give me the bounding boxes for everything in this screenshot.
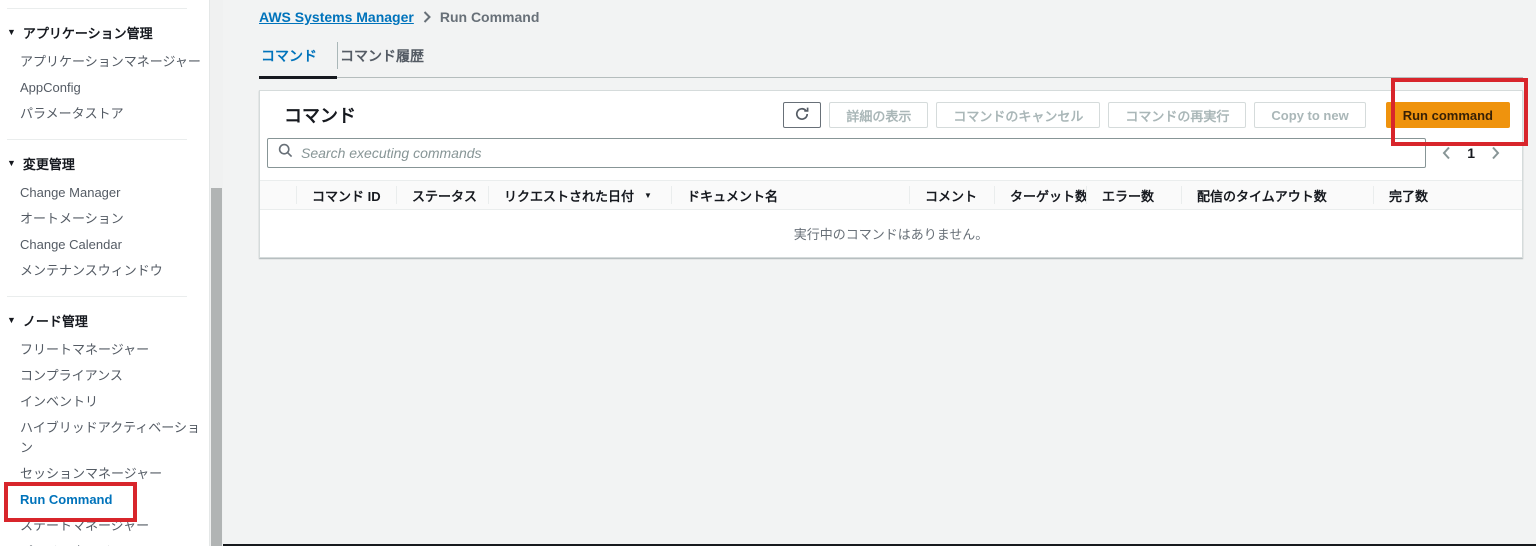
- sidebar-section-header-node-management[interactable]: ▼ ノード管理: [7, 311, 209, 330]
- breadcrumb-current: Run Command: [439, 9, 540, 25]
- table-empty-state: 実行中のコマンドはありません。: [260, 210, 1522, 257]
- column-label: リクエストされた日付: [504, 188, 635, 204]
- pagination: 1: [1440, 144, 1512, 162]
- sidebar-item-change-manager[interactable]: Change Manager: [0, 180, 209, 206]
- sidebar-divider: [7, 8, 187, 9]
- sidebar-section-node-management: ▼ ノード管理 フリートマネージャー コンプライアンス インベントリ ハイブリッ…: [0, 311, 209, 546]
- section-title: ノード管理: [22, 314, 88, 329]
- sidebar-item-change-calendar[interactable]: Change Calendar: [0, 232, 209, 258]
- current-page-number[interactable]: 1: [1467, 145, 1475, 161]
- section-title: アプリケーション管理: [22, 26, 153, 41]
- section-title: 変更管理: [22, 157, 75, 172]
- sidebar-item-session-manager[interactable]: セッションマネージャー: [0, 461, 209, 487]
- sidebar: ▼ アプリケーション管理 アプリケーションマネージャー AppConfig パラ…: [0, 0, 209, 546]
- sidebar-item-compliance[interactable]: コンプライアンス: [0, 363, 209, 389]
- sidebar-section-application-management: ▼ アプリケーション管理 アプリケーションマネージャー AppConfig パラ…: [0, 23, 209, 127]
- table-header-completed-count: 完了数: [1373, 186, 1522, 204]
- table-header-command-id: コマンド ID: [296, 186, 396, 204]
- chevron-down-icon: ▼: [7, 158, 16, 168]
- tab-bar-spacer: [444, 38, 1523, 77]
- chevron-down-icon: ▼: [7, 315, 16, 325]
- commands-panel: コマンド 詳細の表示 コマンドのキャンセル コマンドの再実行 Copy to n…: [259, 90, 1523, 258]
- sort-descending-icon: ▼: [644, 190, 652, 200]
- tab-bar: コマンド コマンド履歴: [259, 38, 1523, 79]
- aws-systems-manager-console: ▼ アプリケーション管理 アプリケーションマネージャー AppConfig パラ…: [0, 0, 1536, 546]
- sidebar-item-inventory[interactable]: インベントリ: [0, 389, 209, 415]
- breadcrumb-separator-icon: [423, 11, 431, 23]
- sidebar-item-maintenance-windows[interactable]: メンテナンスウィンドウ: [0, 258, 209, 284]
- sidebar-item-application-manager[interactable]: アプリケーションマネージャー: [0, 49, 209, 75]
- refresh-button[interactable]: [783, 102, 822, 128]
- sidebar-item-parameter-store[interactable]: パラメータストア: [0, 101, 209, 127]
- main-content: AWS Systems Manager Run Command コマンド コマン…: [223, 0, 1536, 546]
- toolbar: 詳細の表示 コマンドのキャンセル コマンドの再実行 Copy to new Ru…: [783, 102, 1510, 128]
- table-header-comment: コメント: [909, 186, 994, 204]
- sidebar-section-change-management: ▼ 変更管理 Change Manager オートメーション Change Ca…: [0, 154, 209, 284]
- sidebar-item-patch-manager[interactable]: パッチマネージャー: [0, 539, 209, 546]
- view-details-button[interactable]: 詳細の表示: [829, 102, 929, 128]
- previous-page-button[interactable]: [1440, 144, 1453, 162]
- sidebar-divider: [7, 139, 187, 140]
- sidebar-item-fleet-manager[interactable]: フリートマネージャー: [0, 337, 209, 363]
- table-header-status: ステータス: [396, 186, 488, 204]
- breadcrumb-link-systems-manager[interactable]: AWS Systems Manager: [259, 9, 414, 25]
- search-input[interactable]: [301, 145, 1416, 161]
- table-header-delivery-timeout-count: 配信のタイムアウト数: [1181, 186, 1373, 204]
- table-header-row: コマンド ID ステータス リクエストされた日付 ▼ ドキュメント名 コメント …: [260, 180, 1522, 210]
- tab-commands[interactable]: コマンド: [259, 38, 337, 79]
- table-header-select-column: [260, 186, 296, 204]
- next-page-button[interactable]: [1489, 144, 1502, 162]
- sidebar-item-appconfig[interactable]: AppConfig: [0, 75, 209, 101]
- refresh-icon: [794, 106, 810, 125]
- chevron-down-icon: ▼: [7, 27, 16, 37]
- search-icon: [278, 143, 293, 163]
- tab-command-history[interactable]: コマンド履歴: [338, 38, 444, 77]
- sidebar-item-hybrid-activations[interactable]: ハイブリッドアクティベーション: [0, 415, 209, 461]
- panel-header: コマンド 詳細の表示 コマンドのキャンセル コマンドの再実行 Copy to n…: [260, 91, 1522, 136]
- sidebar-divider: [7, 296, 187, 297]
- copy-to-new-button[interactable]: Copy to new: [1254, 102, 1366, 128]
- table-header-target-count: ターゲット数: [994, 186, 1086, 204]
- table-header-requested-date[interactable]: リクエストされた日付 ▼: [488, 186, 671, 204]
- table-header-document-name: ドキュメント名: [671, 186, 909, 204]
- sidebar-section-header-change-management[interactable]: ▼ 変更管理: [7, 154, 209, 173]
- sidebar-item-automation[interactable]: オートメーション: [0, 206, 209, 232]
- sidebar-item-run-command[interactable]: Run Command: [0, 487, 209, 513]
- cancel-command-button[interactable]: コマンドのキャンセル: [936, 102, 1101, 128]
- sidebar-scrollbar-thumb[interactable]: [211, 188, 222, 546]
- panel-title: コマンド: [284, 106, 356, 126]
- run-command-button[interactable]: Run command: [1385, 102, 1510, 128]
- search-box: [267, 138, 1427, 168]
- sidebar-section-header-application-management[interactable]: ▼ アプリケーション管理: [7, 23, 209, 42]
- sidebar-item-state-manager[interactable]: ステートマネージャー: [0, 513, 209, 539]
- breadcrumb: AWS Systems Manager Run Command: [259, 9, 1523, 25]
- rerun-command-button[interactable]: コマンドの再実行: [1108, 102, 1247, 128]
- table-header-error-count: エラー数: [1086, 186, 1181, 204]
- filter-row: 1: [260, 136, 1522, 180]
